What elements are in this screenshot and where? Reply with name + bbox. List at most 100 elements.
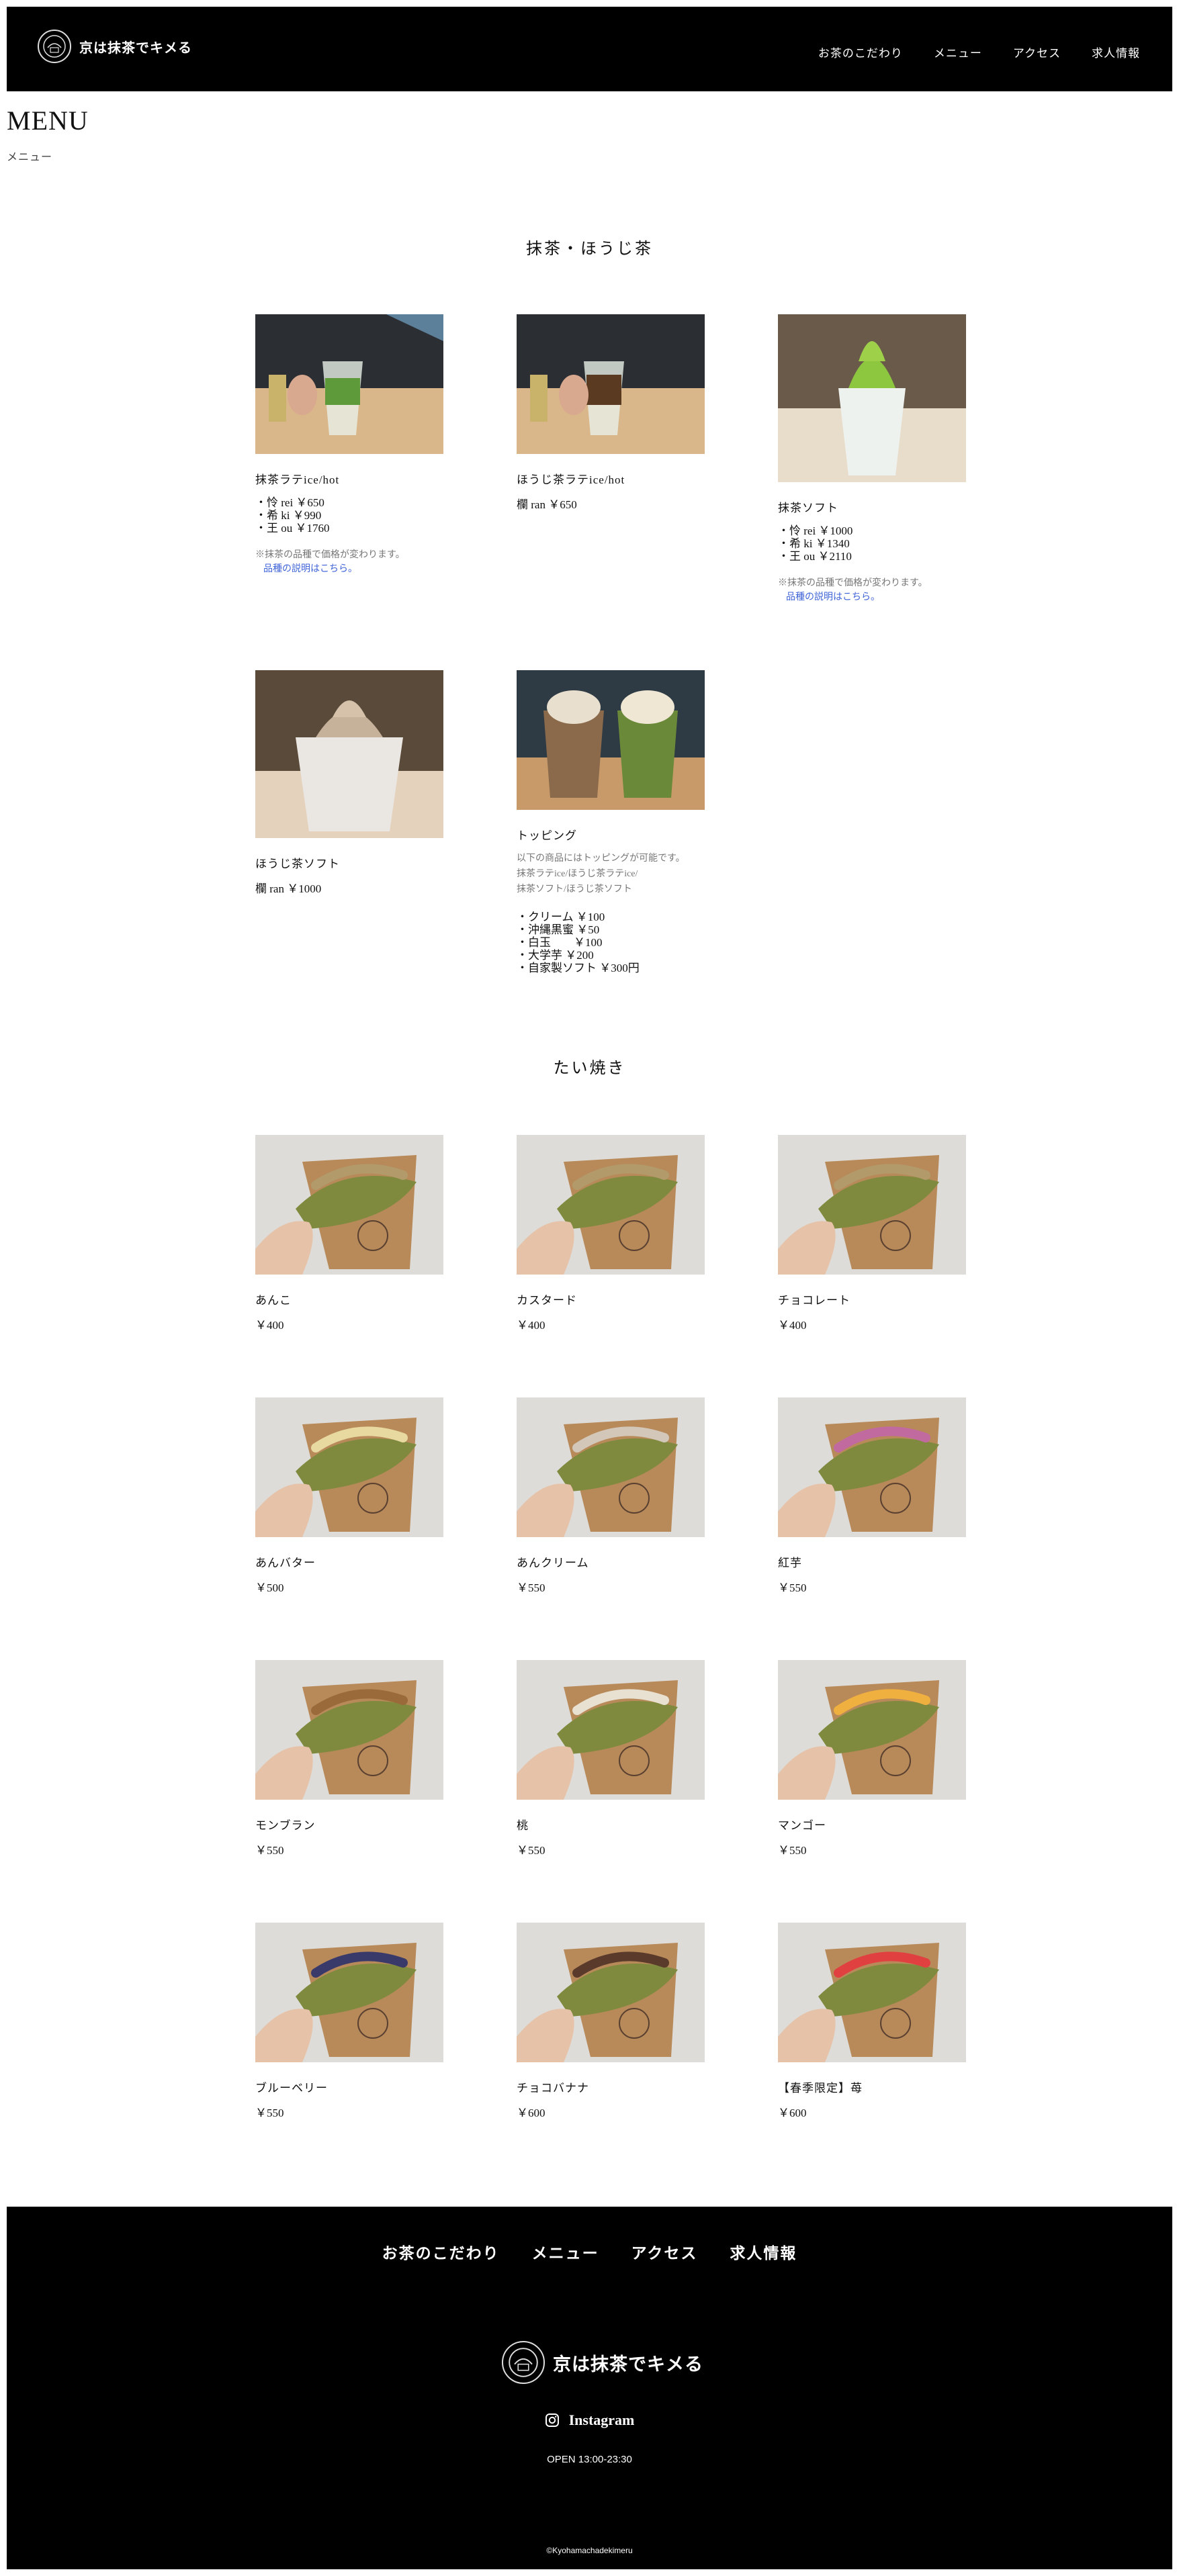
item-name: モンブラン <box>255 1819 316 1832</box>
price-line: ・王 ou ￥2110 <box>778 550 852 563</box>
footer-logo[interactable]: 京は抹茶でキメる <box>502 2341 703 2384</box>
item-name: 【春季限定】苺 <box>778 2082 863 2095</box>
taiyaki-photo <box>517 1397 705 1537</box>
item-price: ￥550 <box>517 1581 545 1594</box>
item-price: 欄 ran ￥650 <box>517 498 577 511</box>
topping-price-list: ・クリーム ￥100 ・沖縄黒蜜 ￥50 ・白玉 ￥100 ・大学芋 ￥200 … <box>517 911 705 974</box>
item-price-list: ・怜 rei ￥650 ・希 ki ￥990 ・王 ou ￥1760 <box>255 496 443 535</box>
item-price: ￥550 <box>778 1844 807 1857</box>
price-line: ・自家製ソフト ￥300円 <box>517 962 640 974</box>
footer-link-access[interactable]: アクセス <box>631 2240 698 2263</box>
footer-logo-text: 京は抹茶でキメる <box>553 2354 703 2375</box>
item-name: カスタード <box>517 1294 577 1307</box>
taiyaki-photo <box>255 1135 443 1275</box>
item-price: ￥400 <box>255 1319 284 1332</box>
menu-item: あんこ ￥400 <box>255 1135 443 1332</box>
desc-line: 抹茶ソフト/ほうじ茶ソフト <box>517 884 632 894</box>
menu-item: 抹茶ラテice/hot ・怜 rei ￥650 ・希 ki ￥990 ・王 ou… <box>255 314 443 576</box>
taiyaki-photo <box>255 1923 443 2062</box>
nav-link-recruit[interactable]: 求人情報 <box>1092 44 1140 60</box>
item-price: ￥400 <box>778 1319 807 1332</box>
footer-nav: お茶のこだわり メニュー アクセス 求人情報 <box>7 2240 1172 2263</box>
menu-item: ブルーベリー ￥550 <box>255 1923 443 2120</box>
section-title-matcha: 抹茶・ほうじ茶 <box>526 240 653 258</box>
site-logo[interactable]: 京は抹茶でキメる <box>38 30 192 63</box>
price-line: ・沖縄黒蜜 ￥50 <box>517 923 600 936</box>
item-name: 紅芋 <box>778 1557 802 1569</box>
price-note: ※抹茶の品種で価格が変わります。 <box>778 578 928 588</box>
item-price: ￥550 <box>778 1581 807 1594</box>
item-price: ￥550 <box>255 2107 284 2119</box>
item-price: ￥550 <box>517 1844 545 1857</box>
menu-item: マンゴー ￥550 <box>778 1660 966 1857</box>
menu-item: カスタード ￥400 <box>517 1135 705 1332</box>
menu-item: チョコレート ￥400 <box>778 1135 966 1332</box>
taiyaki-photo <box>517 1660 705 1800</box>
price-line: ・クリーム ￥100 <box>517 911 605 923</box>
variety-link[interactable]: 品種の説明はこちら。 <box>255 562 443 576</box>
item-name: チョコレート <box>778 1294 850 1307</box>
page-title: MENU <box>7 105 89 136</box>
taiyaki-photo <box>778 1923 966 2062</box>
item-name: チョコバナナ <box>517 2082 589 2095</box>
page-subtitle: メニュー <box>7 152 53 163</box>
menu-item: 桃 ￥550 <box>517 1660 705 1857</box>
item-name: ほうじ茶ラテice/hot <box>517 473 625 486</box>
item-name: ブルーベリー <box>255 2082 328 2095</box>
menu-item: 【春季限定】苺 ￥600 <box>778 1923 966 2120</box>
taiyaki-photo <box>255 1397 443 1537</box>
menu-item: あんクリーム ￥550 <box>517 1397 705 1595</box>
nav-link-kodawari[interactable]: お茶のこだわり <box>818 44 903 60</box>
item-name: 桃 <box>517 1819 529 1832</box>
emblem-icon <box>502 2341 545 2384</box>
logo-text: 京は抹茶でキメる <box>79 40 192 56</box>
hojicha-latte-photo <box>517 314 705 454</box>
footer-link-recruit[interactable]: 求人情報 <box>730 2240 797 2263</box>
menu-item: ほうじ茶ソフト 欄 ran ￥1000 <box>255 670 443 896</box>
item-price: ￥400 <box>517 1319 545 1332</box>
taiyaki-photo <box>517 1135 705 1275</box>
price-line: ・希 ki ￥990 <box>255 509 322 522</box>
item-name: 抹茶ソフト <box>778 502 838 514</box>
footer-link-menu[interactable]: メニュー <box>532 2240 599 2263</box>
taiyaki-photo <box>255 1660 443 1800</box>
item-name: あんこ <box>255 1294 292 1307</box>
menu-item: チョコバナナ ￥600 <box>517 1923 705 2120</box>
instagram-link[interactable]: Instagram <box>7 2411 1172 2429</box>
topping-photo <box>517 670 705 810</box>
item-name: 抹茶ラテice/hot <box>255 473 340 486</box>
menu-item: 紅芋 ￥550 <box>778 1397 966 1595</box>
menu-item: あんバター ￥500 <box>255 1397 443 1595</box>
item-name: ほうじ茶ソフト <box>255 858 340 870</box>
nav-link-access[interactable]: アクセス <box>1013 44 1061 60</box>
opening-hours: OPEN 13:00-23:30 <box>547 2454 632 2465</box>
item-name: あんバター <box>255 1557 316 1569</box>
price-line: ・怜 rei ￥1000 <box>778 524 853 537</box>
item-price: 欄 ran ￥1000 <box>255 882 322 895</box>
nav-link-menu[interactable]: メニュー <box>934 44 982 60</box>
taiyaki-photo <box>778 1660 966 1800</box>
item-name: あんクリーム <box>517 1557 589 1569</box>
taiyaki-photo <box>778 1135 966 1275</box>
price-note: ※抹茶の品種で価格が変わります。 <box>255 550 405 560</box>
item-name: マンゴー <box>778 1819 826 1832</box>
taiyaki-photo <box>517 1923 705 2062</box>
item-price-list: ・怜 rei ￥1000 ・希 ki ￥1340 ・王 ou ￥2110 <box>778 524 966 563</box>
site-footer: お茶のこだわり メニュー アクセス 求人情報 京は抹茶でキメる Instagra… <box>7 2207 1172 2569</box>
desc-line: 以下の商品にはトッピングが可能です。 <box>517 854 685 864</box>
taiyaki-photo <box>778 1397 966 1537</box>
menu-item: ほうじ茶ラテice/hot 欄 ran ￥650 <box>517 314 705 512</box>
main-nav: お茶のこだわり メニュー アクセス 求人情報 <box>818 44 1140 60</box>
item-price: ￥600 <box>517 2107 545 2119</box>
copyright: ©Kyohamachadekimeru <box>546 2546 633 2555</box>
item-price: ￥500 <box>255 1581 284 1594</box>
page: 京は抹茶でキメる お茶のこだわり メニュー アクセス 求人情報 MENU メニュ… <box>7 7 1172 2569</box>
variety-link[interactable]: 品種の説明はこちら。 <box>778 590 966 604</box>
site-header: 京は抹茶でキメる お茶のこだわり メニュー アクセス 求人情報 <box>7 7 1172 91</box>
item-price: ￥600 <box>778 2107 807 2119</box>
topping-description: 以下の商品にはトッピングが可能です。 抹茶ラテice/ほうじ茶ラテice/ 抹茶… <box>517 851 705 897</box>
footer-link-kodawari[interactable]: お茶のこだわり <box>382 2240 500 2263</box>
matcha-latte-photo <box>255 314 443 454</box>
menu-item: モンブラン ￥550 <box>255 1660 443 1857</box>
desc-line: 抹茶ラテice/ほうじ茶ラテice/ <box>517 869 638 879</box>
